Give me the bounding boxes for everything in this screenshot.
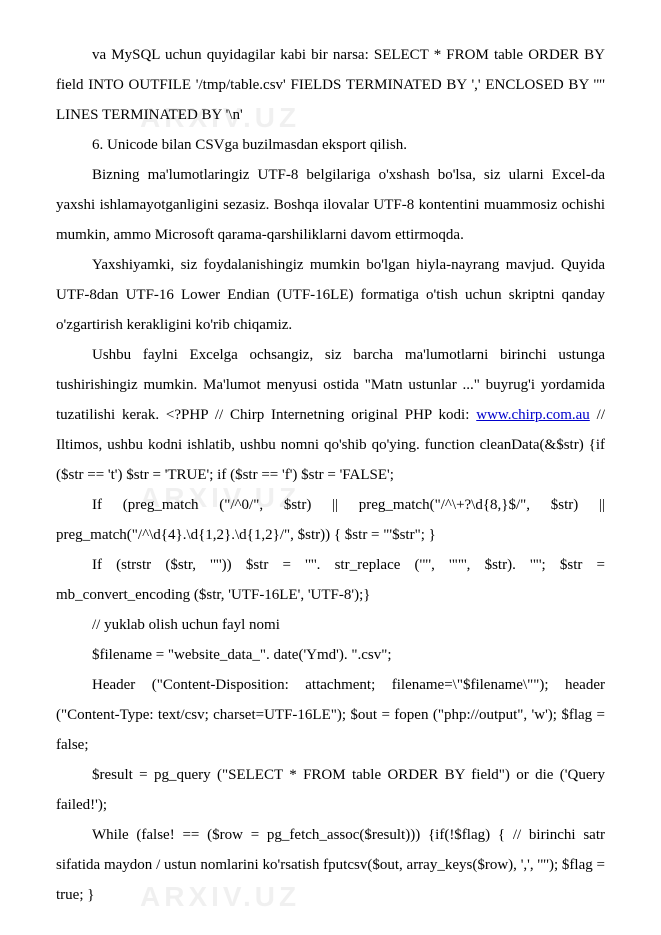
paragraph-9: $filename = "website_data_". date('Ymd')… — [56, 640, 605, 670]
paragraph-11: $result = pg_query ("SELECT * FROM table… — [56, 760, 605, 820]
paragraph-8: // yuklab olish uchun fayl nomi — [56, 610, 605, 640]
paragraph-12: While (false! == ($row = pg_fetch_assoc(… — [56, 820, 605, 910]
paragraph-3: Bizning ma'lumotlaringiz UTF-8 belgilari… — [56, 160, 605, 250]
paragraph-2: 6. Unicode bilan CSVga buzilmasdan ekspo… — [56, 130, 605, 160]
paragraph-5: Ushbu faylni Excelga ochsangiz, siz barc… — [56, 340, 605, 490]
paragraph-1: va MySQL uchun quyidagilar kabi bir nars… — [56, 40, 605, 130]
chirp-link[interactable]: www.chirp.com.au — [476, 407, 590, 423]
paragraph-10: Header ("Content-Disposition: attachment… — [56, 670, 605, 760]
paragraph-4: Yaxshiyamki, siz foydalanishingiz mumkin… — [56, 250, 605, 340]
paragraph-7: If (strstr ($str, '"')) $str = '"'. str_… — [56, 550, 605, 610]
paragraph-6: If (preg_match ("/^0/", $str) || preg_ma… — [56, 490, 605, 550]
